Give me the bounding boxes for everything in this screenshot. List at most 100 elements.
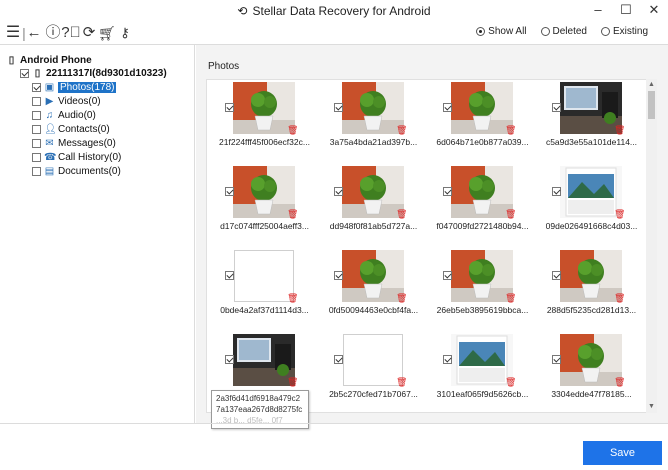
photo-tile[interactable]: 🗑︎ 288d5f5235cd281d13... bbox=[538, 250, 645, 336]
radio-selected-icon[interactable] bbox=[476, 27, 486, 36]
photo-thumbnail[interactable] bbox=[451, 250, 513, 302]
photo-thumbnail[interactable] bbox=[233, 82, 295, 134]
photo-checkbox[interactable] bbox=[334, 103, 343, 112]
photo-thumbnail[interactable] bbox=[451, 82, 513, 134]
save-button[interactable]: Save bbox=[583, 441, 662, 465]
photo-thumbnail[interactable] bbox=[560, 166, 622, 218]
trash-icon[interactable]: 🗑︎ bbox=[505, 209, 516, 220]
trash-icon[interactable]: 🗑︎ bbox=[396, 293, 407, 304]
photo-thumbnail[interactable] bbox=[560, 334, 622, 386]
photo-checkbox[interactable] bbox=[552, 187, 561, 196]
photo-tile[interactable]: 🗑︎ 3304edde47f78185... bbox=[538, 334, 645, 412]
trash-icon[interactable]: 🗑︎ bbox=[396, 209, 407, 220]
photo-tile[interactable]: 🗑︎ dd948f0f81ab5d727a... bbox=[320, 166, 427, 252]
trash-icon[interactable]: 🗑︎ bbox=[287, 209, 298, 220]
photo-thumbnail[interactable] bbox=[233, 334, 295, 386]
trash-icon[interactable]: 🗑︎ bbox=[396, 377, 407, 388]
tree-item-checkbox[interactable] bbox=[32, 111, 41, 120]
photo-checkbox[interactable] bbox=[552, 355, 561, 364]
photo-tile[interactable]: 🗑︎ 21f224fff45f006ecf32c... bbox=[211, 82, 318, 168]
help-icon[interactable]: ?⃝ bbox=[61, 23, 81, 43]
photo-checkbox[interactable] bbox=[334, 187, 343, 196]
tree-device[interactable]: ▯ 22111317I(8d9301d10323) bbox=[20, 68, 167, 79]
photo-tile[interactable]: 🗑︎ 26eb5eb3895619bbca... bbox=[429, 250, 536, 336]
tree-item-messages[interactable]: ✉ Messages(0) bbox=[32, 138, 116, 149]
photo-thumbnail[interactable] bbox=[233, 166, 295, 218]
photo-thumbnail[interactable] bbox=[560, 82, 622, 134]
tree-item-documents[interactable]: ▤ Documents(0) bbox=[32, 166, 121, 177]
filter-existing[interactable]: Existing bbox=[600, 26, 648, 37]
photo-thumbnail[interactable] bbox=[234, 250, 294, 302]
photo-checkbox[interactable] bbox=[552, 271, 561, 280]
photo-thumbnail[interactable] bbox=[451, 166, 513, 218]
trash-icon[interactable]: 🗑︎ bbox=[614, 377, 625, 388]
trash-icon[interactable]: 🗑︎ bbox=[396, 125, 407, 136]
photo-thumbnail[interactable] bbox=[451, 334, 513, 386]
tree-item-checkbox[interactable] bbox=[32, 125, 41, 134]
photo-tile[interactable]: 🗑︎ 09de026491668c4d03... bbox=[538, 166, 645, 252]
photo-tile[interactable]: 🗑︎ d17c074fff25004aeff3... bbox=[211, 166, 318, 252]
scroll-down-icon[interactable]: ▼ bbox=[648, 403, 655, 410]
photo-checkbox[interactable] bbox=[443, 355, 452, 364]
radio-icon[interactable] bbox=[540, 27, 550, 36]
tree-item-checkbox[interactable] bbox=[32, 153, 41, 162]
scrollbar-thumb[interactable] bbox=[648, 91, 655, 119]
photo-checkbox[interactable] bbox=[225, 271, 234, 280]
trash-icon[interactable]: 🗑︎ bbox=[287, 125, 298, 136]
device-checkbox[interactable] bbox=[20, 69, 29, 78]
key-icon[interactable]: ⚷ bbox=[115, 23, 135, 43]
maximize-button[interactable]: ☐ bbox=[612, 0, 640, 22]
photo-checkbox[interactable] bbox=[225, 103, 234, 112]
photo-tile[interactable]: 🗑︎ 0fd50094463e0cbf4fa... bbox=[320, 250, 427, 336]
tree-item-audio[interactable]: ♫ Audio(0) bbox=[32, 110, 96, 121]
photo-checkbox[interactable] bbox=[225, 355, 234, 364]
photo-tile[interactable]: 🗑︎ 3a75a4bda21ad397b... bbox=[320, 82, 427, 168]
photo-tile[interactable]: 🗑︎ 2b5c270cfed71b7067... bbox=[320, 334, 427, 412]
photo-thumbnail[interactable] bbox=[342, 82, 404, 134]
photo-tile[interactable]: 🗑︎ 0bde4a2af37d1114d3... bbox=[211, 250, 318, 336]
trash-icon[interactable]: 🗑︎ bbox=[505, 377, 516, 388]
photo-thumbnail[interactable] bbox=[343, 334, 403, 386]
minimize-button[interactable]: – bbox=[584, 0, 612, 22]
filter-deleted[interactable]: Deleted bbox=[540, 26, 587, 37]
tree-item-checkbox[interactable] bbox=[32, 167, 41, 176]
tree-item-contacts[interactable]: 👤︎ Contacts(0) bbox=[32, 124, 110, 135]
vertical-scrollbar[interactable]: ▲ ▼ bbox=[646, 79, 657, 413]
trash-icon[interactable]: 🗑︎ bbox=[614, 293, 625, 304]
filter-show-all[interactable]: Show All bbox=[476, 26, 527, 37]
photo-checkbox[interactable] bbox=[334, 355, 343, 364]
refresh-icon[interactable]: ⟳ bbox=[79, 23, 99, 43]
photo-tile[interactable]: 🗑︎ c5a9d3e55a101de114... bbox=[538, 82, 645, 168]
menu-icon[interactable]: ☰ bbox=[3, 23, 23, 43]
trash-icon[interactable]: 🗑︎ bbox=[287, 377, 298, 388]
trash-icon[interactable]: 🗑︎ bbox=[287, 293, 298, 304]
trash-icon[interactable]: 🗑︎ bbox=[505, 293, 516, 304]
tree-item-checkbox[interactable] bbox=[32, 83, 41, 92]
photo-thumbnail[interactable] bbox=[342, 166, 404, 218]
tree-item-photos[interactable]: ▣ Photos(178) bbox=[32, 82, 117, 93]
trash-icon[interactable]: 🗑︎ bbox=[614, 209, 625, 220]
tree-item-checkbox[interactable] bbox=[32, 139, 41, 148]
trash-icon[interactable]: 🗑︎ bbox=[614, 125, 625, 136]
photo-tile[interactable]: 🗑︎ 3101eaf065f9d5626cb... bbox=[429, 334, 536, 412]
photo-tile[interactable]: 🗑︎ f047009fd2721480b94... bbox=[429, 166, 536, 252]
close-button[interactable]: ✕ bbox=[640, 0, 668, 22]
tree-item-call-history[interactable]: ☎ Call History(0) bbox=[32, 152, 121, 163]
photo-checkbox[interactable] bbox=[552, 103, 561, 112]
photo-thumbnail[interactable] bbox=[560, 250, 622, 302]
photo-checkbox[interactable] bbox=[443, 187, 452, 196]
back-icon[interactable]: ← bbox=[24, 23, 44, 43]
photo-tile[interactable]: 🗑︎ 6d064b71e0b877a039... bbox=[429, 82, 536, 168]
info-icon[interactable]: ⓘ bbox=[43, 23, 63, 43]
photo-checkbox[interactable] bbox=[334, 271, 343, 280]
tree-item-videos[interactable]: ▶ Videos(0) bbox=[32, 96, 101, 107]
tree-item-checkbox[interactable] bbox=[32, 97, 41, 106]
trash-icon[interactable]: 🗑︎ bbox=[505, 125, 516, 136]
photo-thumbnail[interactable] bbox=[342, 250, 404, 302]
photo-checkbox[interactable] bbox=[443, 103, 452, 112]
tree-root[interactable]: ▯ Android Phone bbox=[6, 55, 92, 66]
cart-icon[interactable]: 🛒︎ bbox=[97, 23, 117, 43]
scroll-up-icon[interactable]: ▲ bbox=[648, 81, 655, 88]
photo-checkbox[interactable] bbox=[443, 271, 452, 280]
radio-icon[interactable] bbox=[600, 27, 610, 36]
